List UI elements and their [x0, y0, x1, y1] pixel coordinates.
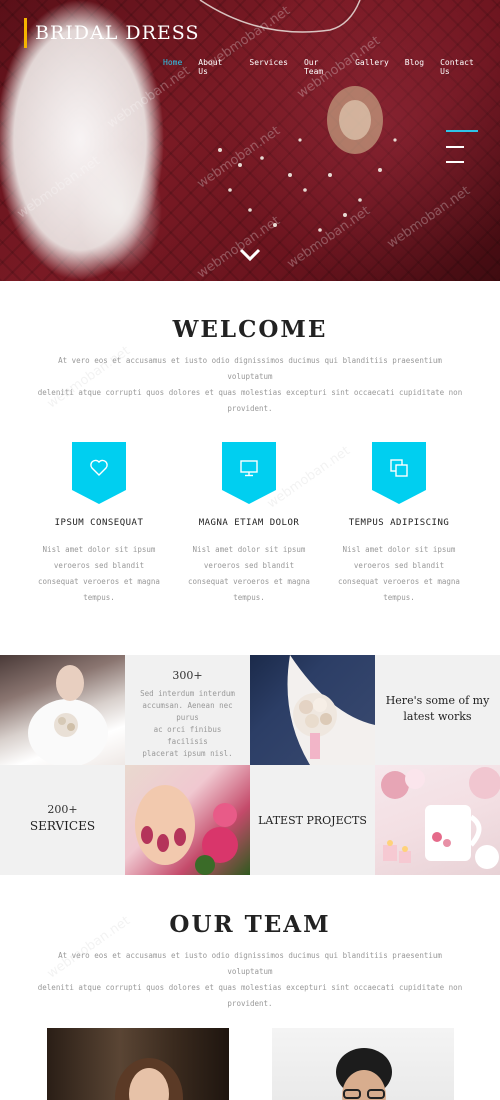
works-text: Here's some of my latest works: [385, 694, 490, 723]
gallery-image-manicure[interactable]: [125, 765, 250, 875]
feature-badge: [222, 442, 276, 504]
feature-title: MAGNA ETIAM DOLOR: [198, 518, 300, 528]
welcome-text-line: provident.: [227, 404, 273, 413]
works-tile: Here's some of my latest works: [375, 655, 500, 765]
gallery-image-mug[interactable]: [375, 765, 500, 875]
monitor-icon: [240, 460, 258, 477]
stat-label: SERVICES: [29, 819, 96, 833]
projects-tile[interactable]: LATEST PROJECTS: [250, 765, 375, 875]
team-title: OUR TEAM: [169, 911, 331, 938]
feature-card: IPSUM CONSEQUAT Nisl amet dolor sit ipsu…: [24, 442, 174, 606]
nav-about-us[interactable]: About Us: [198, 58, 233, 76]
nav-contact-us[interactable]: Contact Us: [440, 58, 484, 76]
feature-description: Nisl amet dolor sit ipsum veroeros sed bl…: [338, 545, 460, 602]
site-logo[interactable]: BRIDAL DRESS: [24, 18, 200, 48]
gallery-image-bouquet[interactable]: [250, 655, 375, 765]
stat-number: 300+: [172, 669, 203, 682]
nav-our-team[interactable]: Our Team: [304, 58, 339, 76]
nav-home[interactable]: Home: [163, 58, 182, 76]
team-member-photo[interactable]: [47, 1028, 229, 1100]
team-text-line: provident.: [227, 999, 273, 1008]
feature-description: Nisl amet dolor sit ipsum veroeros sed bl…: [188, 545, 310, 602]
hamburger-menu-icon[interactable]: [446, 130, 478, 164]
latest-projects-label: LATEST PROJECTS: [258, 814, 367, 827]
copy-icon: [390, 459, 408, 477]
stat-description: Sed interdum interdum accumsan. Aenean ne…: [140, 689, 235, 758]
feature-description: Nisl amet dolor sit ipsum veroeros sed bl…: [38, 545, 160, 602]
team-text-line: At vero eos et accusamus et iusto odio d…: [58, 951, 442, 976]
welcome-title: WELCOME: [172, 316, 328, 343]
welcome-text-line: At vero eos et accusamus et iusto odio d…: [58, 356, 442, 381]
stat-tile: 300+ Sed interdum interdum accumsan. Aene…: [125, 655, 250, 765]
main-nav: Home About Us Services Our Team Gallery …: [163, 58, 500, 76]
team-member-photo[interactable]: [272, 1028, 454, 1100]
feature-title: TEMPUS ADIPISCING: [348, 518, 450, 528]
feature-card: MAGNA ETIAM DOLOR Nisl amet dolor sit ip…: [174, 442, 324, 606]
feature-card: TEMPUS ADIPISCING Nisl amet dolor sit ip…: [324, 442, 474, 606]
stat-number: 200+: [47, 803, 78, 816]
heart-icon: [90, 459, 108, 476]
hero-banner: webmoban.net webmoban.net webmoban.net w…: [0, 0, 500, 281]
team-text-line: deleniti atque corrupti quos dolores et …: [37, 983, 463, 992]
gallery-image-bride[interactable]: [0, 655, 125, 765]
feature-badge: [72, 442, 126, 504]
feature-badge: [372, 442, 426, 504]
nav-blog[interactable]: Blog: [405, 58, 424, 76]
chevron-down-icon[interactable]: [239, 248, 261, 262]
page: webmoban.net webmoban.net webmoban.net w…: [0, 0, 500, 1100]
welcome-text: At vero eos et accusamus et iusto odio d…: [36, 353, 464, 417]
stat-tile: 200+ SERVICES: [0, 765, 125, 875]
feature-title: IPSUM CONSEQUAT: [54, 518, 144, 528]
nav-services[interactable]: Services: [249, 58, 288, 76]
nav-gallery[interactable]: Gallery: [355, 58, 389, 76]
welcome-text-line: deleniti atque corrupti quos dolores et …: [37, 388, 463, 397]
team-text: At vero eos et accusamus et iusto odio d…: [36, 948, 464, 1012]
